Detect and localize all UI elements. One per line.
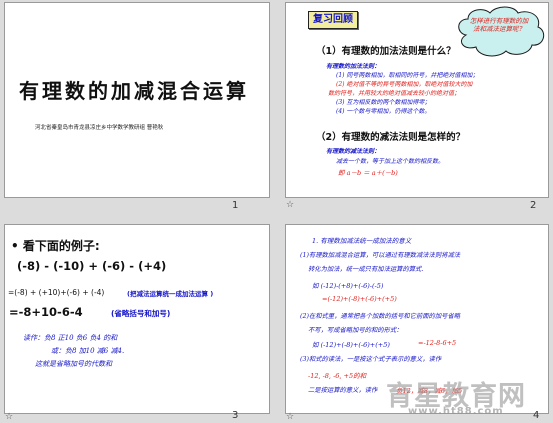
watermark-url: www.ht88.com — [408, 406, 504, 417]
cloud-callout-icon — [458, 6, 545, 57]
s4-line-4: 如 (-12)-(+8)+(-6)-(-5) — [312, 282, 384, 290]
slide-1-subtitle: 河北省秦皇岛市青龙县凉庄乡中学数学教研组 曹艳秋 — [35, 125, 164, 131]
expression-2: =(-8) + (+10)+(-6) + (-4) — [8, 288, 105, 297]
slide-3-page-number: 3 — [232, 410, 239, 421]
s4-line-7: 不写，写成省略加号的和的形式： — [308, 327, 403, 334]
q2-formula: 即 a－b ＝ a＋(－b) — [338, 169, 398, 177]
s4-line-9: (3)和式的读法，一是按这个式子表示的意义，读作 — [300, 356, 442, 363]
slide-3-thumbnail[interactable]: • 看下面的例子: (-8) - (-10) + (-6) - (+4) =(-… — [4, 224, 270, 414]
q1-rule-3: (3) 互为相反数的两个数相加得零； — [336, 99, 431, 106]
q2-lead: 有理数的减法法则： — [326, 148, 381, 155]
q1-rule-2: (2) 绝对值不等的异号两数相加，取绝对值较大的加 — [336, 81, 473, 88]
reading-3: 这就是省略加号的代数和 — [35, 360, 112, 368]
examples-heading: • 看下面的例子: — [11, 239, 100, 253]
expression-3-note: (省略括号和加号) — [111, 309, 171, 318]
s4-line-8a: 如 (-12)+(-8)+(-6)+(+5) — [312, 341, 390, 349]
slide-4-animation-icon[interactable]: ☆ — [286, 412, 294, 422]
reading-1: 读作：负8 正10 负6 负4 的和 — [23, 334, 118, 342]
cloud-note-text: 怎样进行有理数的加法和减法运算呢？ — [469, 17, 529, 33]
q2-rule: 减去一个数，等于加上这个数的相反数。 — [336, 158, 445, 165]
review-label: 复习回顾 — [308, 11, 358, 29]
s4-line-3: 转化为加法，统一成只有加法运算的算式. — [308, 266, 424, 273]
s4-line-1: 1. 有理数加减法统一成加法的意义 — [312, 237, 412, 245]
slide-1-title: 有理数的加减混合运算 — [19, 79, 249, 103]
slide-4-page-number: 4 — [533, 410, 540, 421]
expression-2-note: (把减法运算统一成加法运算 ) — [127, 290, 214, 298]
s4-line-2: (1)有理数加减混合运算，可以通过有理数减法法则将减法 — [300, 252, 461, 259]
slide-2-thumbnail[interactable]: 复习回顾 怎样进行有理数的加法和减法运算呢？ （1）有理数的加法法则是什么？ 有… — [285, 2, 549, 198]
s4-line-10: -12, -8, -6, +5的和 — [308, 372, 367, 380]
slide-2-page-number: 2 — [530, 200, 537, 211]
s4-line-8b: =-12-8-6+5 — [418, 339, 457, 347]
question-2: （2）有理数的减法法则是怎样的？ — [316, 132, 466, 143]
q1-lead: 有理数的加法法则： — [326, 63, 381, 70]
slide-1-page-number: 1 — [232, 200, 239, 211]
slide-3-animation-icon[interactable]: ☆ — [5, 412, 13, 422]
question-1: （1）有理数的加法法则是什么？ — [316, 46, 456, 57]
expression-3: =-8+10-6-4 — [9, 305, 83, 319]
reading-2: 或：负8 加10 减6 减4. — [51, 347, 125, 355]
s4-line-6: (2)在和式里，通常把各个加数的括号和它前面的加号省略 — [300, 313, 461, 320]
slide-1-thumbnail[interactable]: 有理数的加减混合运算 河北省秦皇岛市青龙县凉庄乡中学数学教研组 曹艳秋 — [4, 2, 270, 198]
s4-line-11a: 二是按运算的意义，读作 — [308, 387, 378, 394]
slide-2-animation-icon[interactable]: ☆ — [286, 200, 294, 210]
q1-rule-4: (4) 一个数与零相加，仍得这个数。 — [336, 108, 431, 115]
q1-rule-1: (1) 同号两数相加，取相同的符号，并把绝对值相加； — [336, 72, 479, 79]
q1-rule-2b: 数的符号，并用较大的绝对值减去较小的绝对值； — [328, 90, 461, 97]
expression-1: (-8) - (-10) + (-6) - (+4) — [17, 259, 167, 273]
s4-line-5: =(-12)+(-8)+(-6)+(+5) — [322, 295, 397, 303]
